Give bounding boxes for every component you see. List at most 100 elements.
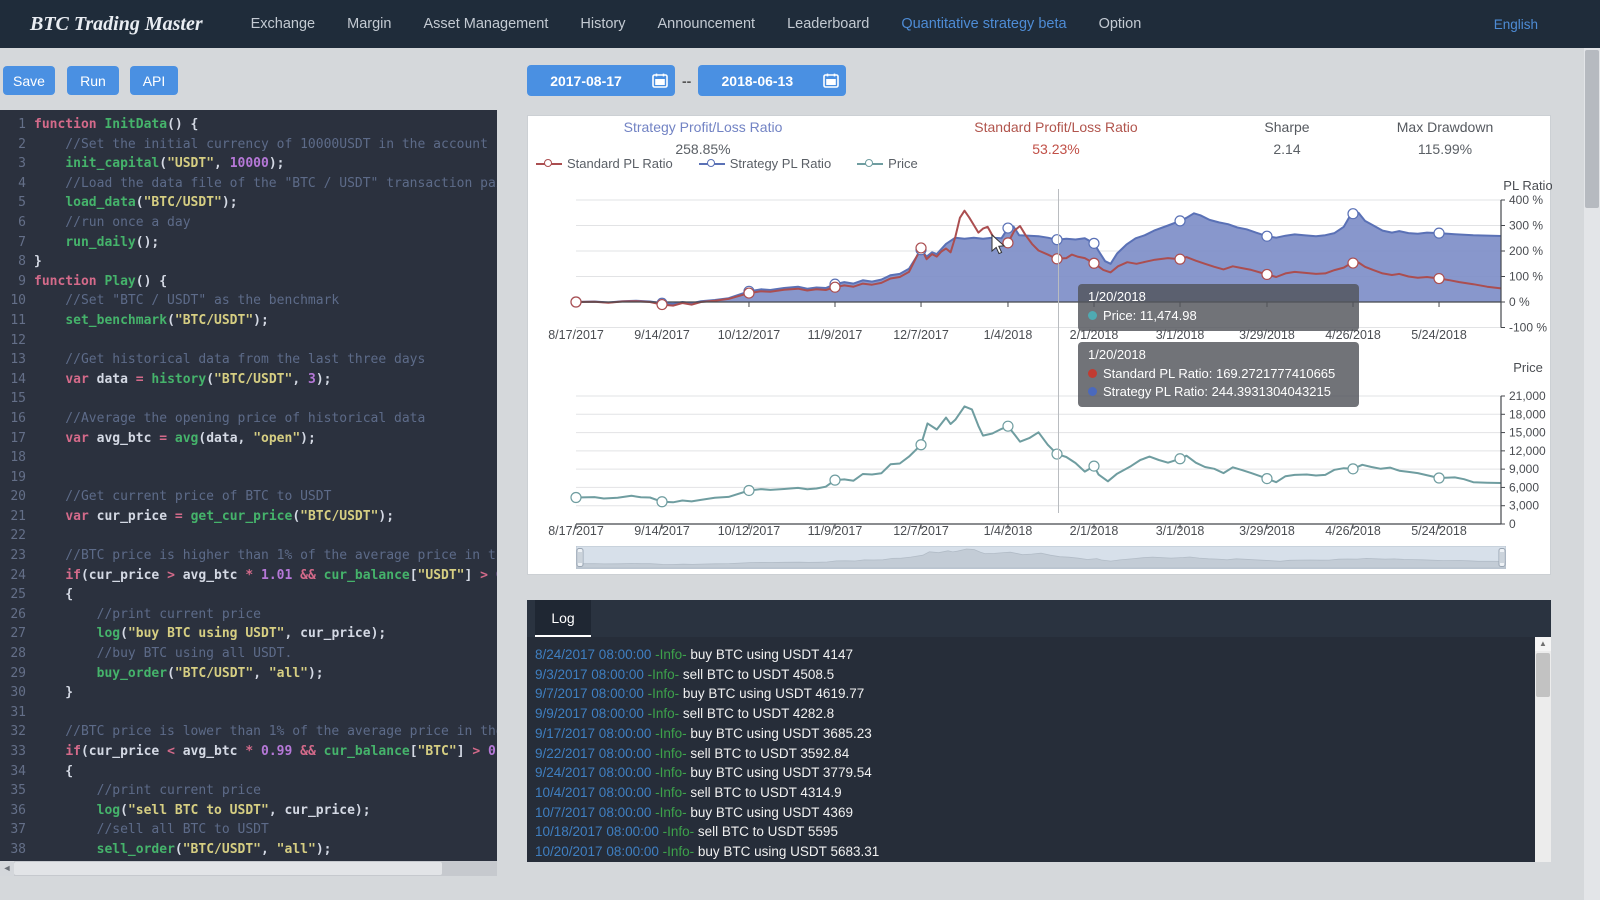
- code-editor[interactable]: 1function InitData() {2 //Set the initia…: [0, 110, 497, 861]
- line-number: 4: [0, 174, 26, 194]
- legend-label: Standard PL Ratio: [567, 156, 673, 171]
- code-line[interactable]: 23 //BTC price is higher than 1% of the …: [0, 546, 497, 566]
- stat-strategy-profit-loss-ratio: Strategy Profit/Loss Ratio258.85%: [588, 119, 818, 157]
- tooltip-date: 1/20/2018: [1088, 289, 1349, 304]
- code-line[interactable]: 28 //buy BTC using all USDT.: [0, 644, 497, 664]
- code-text: log("sell BTC to USDT", cur_price);: [26, 801, 371, 821]
- line-number: 9: [0, 272, 26, 292]
- svg-text:15,000: 15,000: [1509, 426, 1546, 440]
- nav-item-announcement[interactable]: Announcement: [642, 16, 772, 32]
- legend-item-price[interactable]: Price: [857, 156, 918, 171]
- code-line[interactable]: 3 init_capital("USDT", 10000);: [0, 154, 497, 174]
- scroll-up-arrow-icon[interactable]: ▲: [1535, 637, 1551, 651]
- save-button[interactable]: Save: [3, 66, 55, 95]
- end-date-button[interactable]: 2018-06-13: [698, 65, 846, 96]
- code-line[interactable]: 27 log("buy BTC using USDT", cur_price);: [0, 624, 497, 644]
- code-text: {: [26, 585, 73, 605]
- log-vertical-scrollbar[interactable]: ▲: [1535, 637, 1551, 862]
- editor-scrollbar-thumb[interactable]: [14, 862, 442, 875]
- code-text: [26, 331, 34, 351]
- code-line[interactable]: 17 var avg_btc = avg(data, "open");: [0, 429, 497, 449]
- pl-ratio-chart[interactable]: 400 %300 %200 %100 %0 %-100 %PL Ratio8/1…: [528, 176, 1552, 346]
- code-line[interactable]: 24 if(cur_price > avg_btc * 1.01 && cur_…: [0, 566, 497, 586]
- nav-item-leaderboard[interactable]: Leaderboard: [771, 16, 885, 32]
- code-line[interactable]: 5 load_data("BTC/USDT");: [0, 193, 497, 213]
- nav-item-exchange[interactable]: Exchange: [235, 16, 332, 32]
- nav-item-option[interactable]: Option: [1083, 16, 1158, 32]
- legend-item-strategy-pl-ratio[interactable]: Strategy PL Ratio: [699, 156, 831, 171]
- code-line[interactable]: 7 run_daily();: [0, 233, 497, 253]
- code-line[interactable]: 25 {: [0, 585, 497, 605]
- code-line[interactable]: 33 if(cur_price < avg_btc * 0.99 && cur_…: [0, 742, 497, 762]
- page-vertical-scrollbar[interactable]: [1584, 48, 1600, 900]
- range-slider-handle[interactable]: [1499, 549, 1505, 567]
- code-line[interactable]: 14 var data = history("BTC/USDT", 3);: [0, 370, 497, 390]
- code-line[interactable]: 20 //Get current price of BTC to USDT: [0, 487, 497, 507]
- code-line[interactable]: 8}: [0, 252, 497, 272]
- stat-label: Max Drawdown: [1330, 119, 1560, 135]
- code-line[interactable]: 29 buy_order("BTC/USDT", "all");: [0, 664, 497, 684]
- scroll-left-arrow-icon[interactable]: ◄: [0, 861, 14, 876]
- nav-item-asset-management[interactable]: Asset Management: [407, 16, 564, 32]
- calendar-icon: [816, 73, 846, 88]
- chart-range-slider[interactable]: [576, 546, 1506, 569]
- code-line[interactable]: 36 log("sell BTC to USDT", cur_price);: [0, 801, 497, 821]
- code-text: //BTC price is lower than 1% of the aver…: [26, 722, 497, 742]
- code-line[interactable]: 38 sell_order("BTC/USDT", "all");: [0, 840, 497, 860]
- code-line[interactable]: 12: [0, 331, 497, 351]
- code-line[interactable]: 15: [0, 389, 497, 409]
- code-line[interactable]: 6 //run once a day: [0, 213, 497, 233]
- code-line[interactable]: 2 //Set the initial currency of 10000USD…: [0, 135, 497, 155]
- code-text: //Set the initial currency of 10000USDT …: [26, 135, 488, 155]
- code-line[interactable]: 16 //Average the opening price of histor…: [0, 409, 497, 429]
- log-scrollbar-thumb[interactable]: [1536, 653, 1550, 697]
- code-line[interactable]: 34 {: [0, 762, 497, 782]
- line-number: 33: [0, 742, 26, 762]
- run-button[interactable]: Run: [67, 66, 119, 95]
- code-line[interactable]: 4 //Load the data file of the "BTC / USD…: [0, 174, 497, 194]
- legend-label: Price: [888, 156, 918, 171]
- code-line[interactable]: 9function Play() {: [0, 272, 497, 292]
- tab-log[interactable]: Log: [535, 600, 591, 637]
- calendar-icon: [645, 73, 675, 88]
- log-entry: 9/9/2017 08:00:00 -Info- sell BTC to USD…: [535, 704, 1535, 724]
- api-button[interactable]: API: [130, 66, 178, 95]
- start-date-button[interactable]: 2017-08-17: [527, 65, 675, 96]
- legend-item-standard-pl-ratio[interactable]: Standard PL Ratio: [536, 156, 673, 171]
- tooltip-value: Strategy PL Ratio: 244.3931304043215: [1103, 384, 1331, 399]
- svg-text:200 %: 200 %: [1509, 244, 1543, 258]
- stat-value: 258.85%: [588, 141, 818, 157]
- code-text: //Load the data file of the "BTC / USDT"…: [26, 174, 497, 194]
- nav-item-history[interactable]: History: [564, 16, 641, 32]
- code-text: //print current price: [26, 605, 261, 625]
- page-scrollbar-thumb[interactable]: [1585, 50, 1599, 208]
- code-line[interactable]: 10 //Set "BTC / USDT" as the benchmark: [0, 291, 497, 311]
- line-number: 20: [0, 487, 26, 507]
- price-chart[interactable]: 21,00018,00015,00012,0009,0006,0003,0000…: [528, 346, 1552, 536]
- nav-item-quantitative-strategy-beta[interactable]: Quantitative strategy beta: [885, 16, 1082, 32]
- language-link[interactable]: English: [1494, 17, 1538, 32]
- code-line[interactable]: 37 //sell all BTC to USDT: [0, 820, 497, 840]
- code-line[interactable]: 26 //print current price: [0, 605, 497, 625]
- line-number: 15: [0, 389, 26, 409]
- code-line[interactable]: 30 }: [0, 683, 497, 703]
- brand-logo[interactable]: BTC Trading Master: [30, 13, 203, 36]
- code-line[interactable]: 22: [0, 526, 497, 546]
- editor-horizontal-scrollbar[interactable]: ◄: [0, 861, 497, 876]
- code-line[interactable]: 31: [0, 703, 497, 723]
- nav-item-margin[interactable]: Margin: [331, 16, 407, 32]
- svg-text:2/1/2018: 2/1/2018: [1070, 524, 1119, 536]
- range-slider-handle[interactable]: [577, 549, 583, 567]
- code-line[interactable]: 32 //BTC price is lower than 1% of the a…: [0, 722, 497, 742]
- series-dot-icon: [1088, 369, 1097, 378]
- log-entry: 8/24/2017 08:00:00 -Info- buy BTC using …: [535, 645, 1535, 665]
- code-text: var cur_price = get_cur_price("BTC/USDT"…: [26, 507, 394, 527]
- code-line[interactable]: 21 var cur_price = get_cur_price("BTC/US…: [0, 507, 497, 527]
- code-line[interactable]: 11 set_benchmark("BTC/USDT");: [0, 311, 497, 331]
- code-line[interactable]: 19: [0, 468, 497, 488]
- code-text: {: [26, 762, 73, 782]
- code-line[interactable]: 35 //print current price: [0, 781, 497, 801]
- code-line[interactable]: 13 //Get historical data from the last t…: [0, 350, 497, 370]
- code-line[interactable]: 18: [0, 448, 497, 468]
- code-line[interactable]: 1function InitData() {: [0, 115, 497, 135]
